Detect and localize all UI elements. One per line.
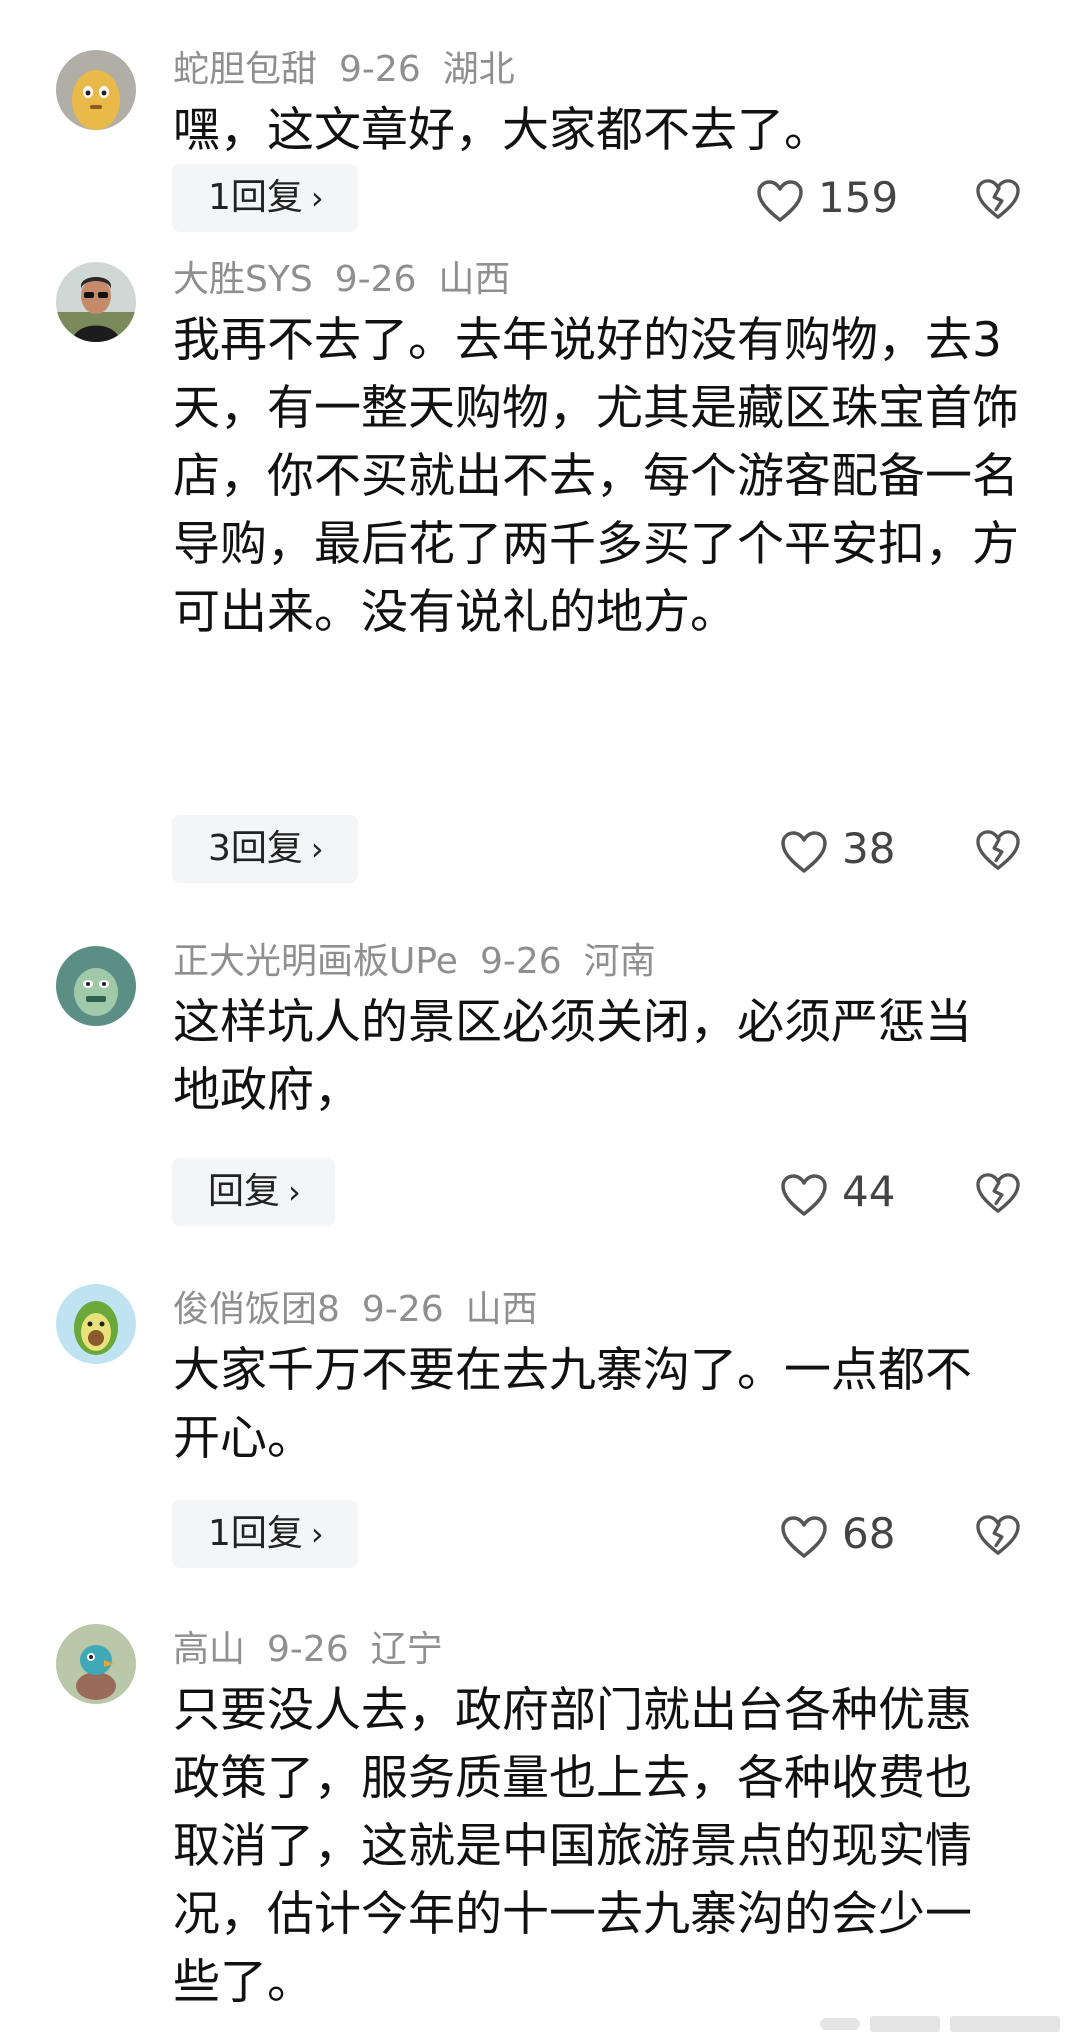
teal-bird-avatar-icon: [56, 1624, 136, 1704]
reply-button[interactable]: 3回复 ›: [172, 815, 358, 883]
comment-meta: 大胜SYS 9-26 山西: [173, 250, 532, 310]
comment-text: 大家千万不要在去九寨沟了。一点都不开心。: [173, 1343, 972, 1466]
heart-outline-icon: [781, 1515, 827, 1558]
like-button[interactable]: 159: [756, 164, 898, 232]
broken-heart-icon: [976, 1515, 1020, 1555]
like-count: 68: [842, 1509, 896, 1558]
like-button[interactable]: 38: [780, 815, 895, 883]
like-button[interactable]: 44: [780, 1158, 895, 1226]
comment-location: 山西: [465, 1289, 538, 1330]
comment-date: 9-26: [361, 1289, 444, 1330]
chevron-right-icon: ›: [310, 830, 324, 868]
username[interactable]: 正大光明画板UPe: [173, 941, 458, 982]
reply-button[interactable]: 1回复 ›: [172, 164, 358, 232]
comment-meta: 蛇胆包甜 9-26 湖北: [173, 40, 537, 100]
comment-text: 这样坑人的景区必须关闭，必须严惩当地政府，: [173, 995, 972, 1118]
dislike-button[interactable]: [975, 164, 1025, 232]
avatar[interactable]: [56, 1624, 136, 1704]
comment-location: 湖北: [442, 49, 515, 90]
broken-heart-icon: [976, 1173, 1020, 1213]
like-count: 38: [842, 824, 896, 873]
like-button[interactable]: 68: [780, 1500, 895, 1568]
comment-date: 9-26: [267, 1629, 349, 1670]
chevron-right-icon: ›: [310, 1515, 324, 1553]
broken-heart-icon: [976, 179, 1020, 219]
comment-date: 9-26: [479, 941, 562, 982]
dislike-button[interactable]: [975, 1158, 1025, 1226]
reply-label: 1回复: [208, 1513, 303, 1554]
reply-button[interactable]: 回复 ›: [172, 1158, 335, 1226]
heart-outline-icon: [781, 830, 827, 873]
username[interactable]: 高山: [173, 1629, 245, 1670]
username[interactable]: 俊俏饭团8: [173, 1289, 340, 1330]
comment-text: 只要没人去，政府部门就出台各种优惠政策了，服务质量也上去，各种收费也取消了，这就…: [173, 1683, 972, 2010]
comment-text: 我再不去了。去年说好的没有购物，去3天，有一整天购物，尤其是藏区珠宝首饰店，你不…: [173, 313, 1019, 640]
comment-meta: 高山 9-26 辽宁: [173, 1620, 465, 1680]
avatar[interactable]: [56, 50, 136, 130]
avocado-avatar-icon: [56, 1284, 136, 1364]
reply-label: 回复: [208, 1171, 281, 1212]
comment-meta: 俊俏饭团8 9-26 山西: [173, 1280, 560, 1340]
man-with-sunglasses-avatar-icon: [56, 262, 136, 342]
username[interactable]: 大胜SYS: [173, 259, 313, 300]
username[interactable]: 蛇胆包甜: [173, 49, 317, 90]
watermark: [820, 2012, 1070, 2036]
heart-outline-icon: [781, 1173, 827, 1216]
dislike-button[interactable]: [975, 815, 1025, 883]
comment-text: 嘿，这文章好，大家都不去了。: [173, 103, 831, 158]
like-count: 159: [818, 173, 899, 222]
comment-meta: 正大光明画板UPe 9-26 河南: [173, 932, 678, 992]
chevron-right-icon: ›: [310, 179, 324, 217]
chevron-right-icon: ›: [288, 1173, 301, 1211]
reply-label: 3回复: [208, 828, 303, 869]
reply-button[interactable]: 1回复 ›: [172, 1500, 358, 1568]
comment-date: 9-26: [334, 259, 417, 300]
reply-label: 1回复: [208, 177, 303, 218]
green-monster-avatar-icon: [56, 946, 136, 1026]
comment-location: 山西: [438, 259, 511, 300]
avatar[interactable]: [56, 262, 136, 342]
avatar[interactable]: [56, 1284, 136, 1364]
comment-location: 辽宁: [370, 1629, 443, 1670]
avatar[interactable]: [56, 946, 136, 1026]
comment-date: 9-26: [339, 49, 421, 90]
like-count: 44: [842, 1167, 896, 1216]
dislike-button[interactable]: [975, 1500, 1025, 1568]
broken-heart-icon: [976, 830, 1020, 870]
yellow-cartoon-avatar-icon: [56, 50, 136, 130]
comment-location: 河南: [583, 941, 656, 982]
heart-outline-icon: [757, 179, 803, 222]
